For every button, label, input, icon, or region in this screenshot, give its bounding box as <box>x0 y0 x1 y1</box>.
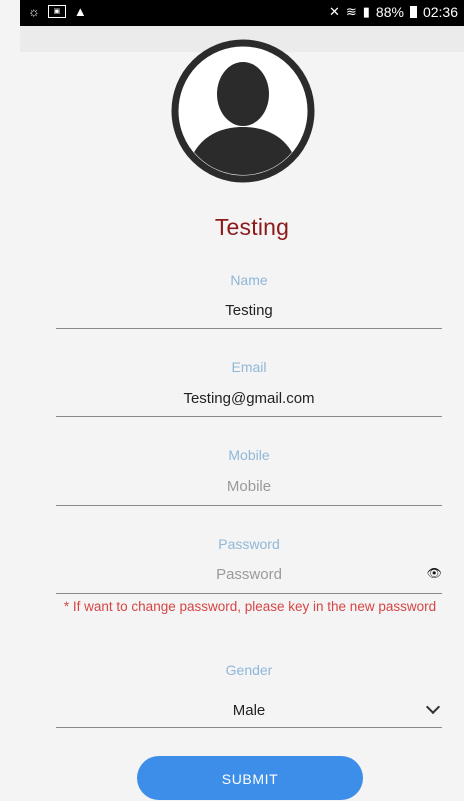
wifi-icon: ≋ <box>345 4 357 19</box>
eye-icon[interactable]: 👁 <box>427 566 442 580</box>
gender-label: Gender <box>225 662 273 678</box>
name-underline <box>56 328 442 329</box>
battery-percent: 88% <box>375 4 404 20</box>
status-bar: ☼ ▣ ▲ ✕ ≋ ▮ 88% 02:36 <box>20 0 464 26</box>
mobile-label: Mobile <box>228 447 270 463</box>
status-time: 02:36 <box>422 4 458 20</box>
status-bar-left: ☼ ▣ ▲ <box>28 4 87 19</box>
name-field-group: Name Testing <box>56 272 442 332</box>
name-input[interactable]: Testing <box>56 302 442 319</box>
password-underline <box>56 593 442 594</box>
password-change-note: * If want to change password, please key… <box>63 599 437 614</box>
mobile-underline <box>56 505 442 506</box>
status-bar-right: ✕ ≋ ▮ 88% 02:36 <box>329 4 458 20</box>
notification-box-icon: ▣ <box>47 5 66 18</box>
gender-underline <box>56 727 442 728</box>
brightness-icon: ☼ <box>28 4 40 19</box>
mobile-field-group: Mobile Mobile <box>56 447 442 509</box>
battery-icon <box>409 6 417 18</box>
gender-select[interactable]: Male <box>56 702 442 719</box>
mobile-input[interactable]: Mobile <box>56 478 442 495</box>
profile-name: Testing <box>214 214 290 240</box>
email-input[interactable]: Testing@gmail.com <box>56 390 442 407</box>
warning-icon: ▲ <box>73 4 87 19</box>
default-user-avatar-icon <box>171 39 315 183</box>
name-label: Name <box>230 272 268 288</box>
gender-field-group: Gender Male <box>56 662 442 730</box>
signal-icon: ▮ <box>362 4 370 19</box>
password-field-group: Password Password 👁 <box>56 536 442 596</box>
submit-button[interactable]: SUBMIT <box>137 756 363 800</box>
email-field-group: Email Testing@gmail.com <box>56 359 442 419</box>
password-label: Password <box>218 536 280 552</box>
email-label: Email <box>231 359 267 375</box>
mute-icon: ✕ <box>328 4 340 19</box>
email-underline <box>56 416 442 417</box>
password-input[interactable]: Password <box>56 566 442 583</box>
avatar[interactable] <box>171 39 315 183</box>
